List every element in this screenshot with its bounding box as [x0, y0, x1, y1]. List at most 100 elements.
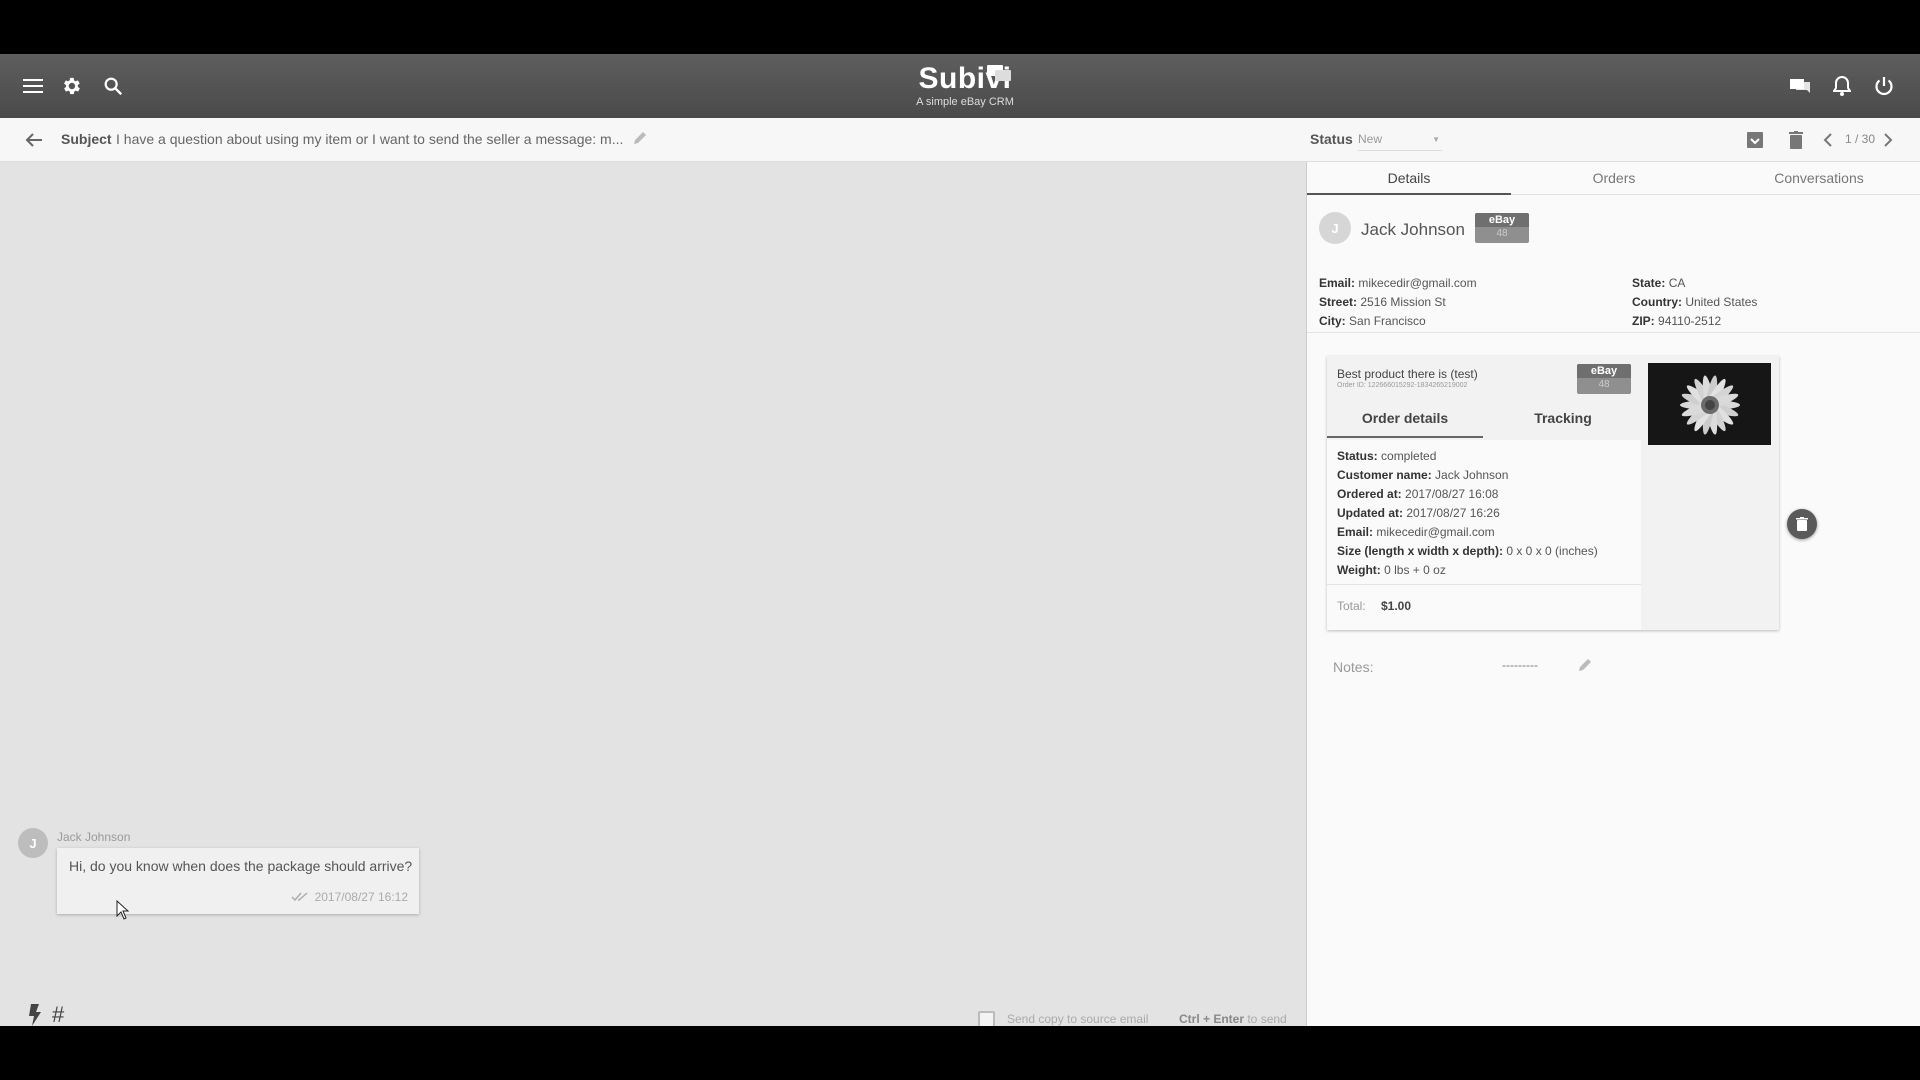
ebay-badge-label: eBay — [1577, 364, 1631, 378]
status-value: New — [1358, 132, 1383, 146]
tab-conversations[interactable]: Conversations — [1717, 162, 1920, 195]
order-total: $1.00 — [1381, 599, 1412, 613]
gear-icon[interactable] — [57, 72, 85, 100]
order-email-label: Email: — [1337, 525, 1374, 539]
message-meta: 2017/08/27 16:12 — [291, 890, 408, 904]
customer-street: 2516 Mission St — [1360, 295, 1446, 309]
order-title: Best product there is (test) — [1337, 367, 1478, 381]
order-status-label: Status: — [1337, 449, 1378, 463]
customer-country: United States — [1685, 295, 1758, 309]
city-label: City: — [1319, 314, 1346, 328]
avatar: J — [18, 828, 48, 858]
order-weight: 0 lbs + 0 oz — [1384, 563, 1446, 577]
search-icon[interactable] — [99, 72, 127, 100]
back-arrow-icon[interactable] — [22, 128, 46, 152]
subject-text: I have a question about using my item or… — [116, 131, 624, 147]
bolt-icon[interactable] — [28, 1004, 44, 1026]
double-check-icon — [291, 892, 308, 902]
edit-subject-icon[interactable] — [632, 130, 650, 148]
status-select[interactable]: New ▼ — [1358, 129, 1442, 151]
trash-icon[interactable] — [1785, 129, 1807, 151]
send-hint-key: Ctrl + Enter — [1179, 1012, 1245, 1026]
delete-order-button[interactable] — [1787, 509, 1817, 539]
order-total-label: Total: — [1337, 599, 1366, 613]
ebay-badge-count: 48 — [1496, 228, 1508, 239]
app-tagline: A simple eBay CRM — [916, 96, 1014, 108]
order-updated-row: Updated at: 2017/08/27 16:26 — [1337, 506, 1500, 520]
customer-city-row: City: San Francisco — [1319, 314, 1426, 328]
country-label: Country: — [1632, 295, 1682, 309]
order-card: Best product there is (test) Order ID: 1… — [1327, 356, 1779, 630]
chat-icon[interactable] — [1786, 72, 1814, 100]
archive-icon[interactable] — [1744, 129, 1766, 151]
trash-icon — [1796, 517, 1808, 531]
status-label: Status — [1310, 131, 1353, 147]
ebay-badge: eBay 48 — [1475, 213, 1529, 243]
app-window: Subivi A simple eBay CRM Subject I have … — [0, 54, 1920, 1026]
order-status: completed — [1381, 449, 1437, 463]
message-text: Hi, do you know when does the package sh… — [69, 858, 413, 874]
notes-label: Notes: — [1333, 659, 1374, 675]
menu-icon[interactable] — [19, 72, 47, 100]
state-label: State: — [1632, 276, 1666, 290]
bell-icon[interactable] — [1828, 72, 1856, 100]
street-label: Street: — [1319, 295, 1358, 309]
details-panel: Details Orders Conversations J Jack John… — [1306, 162, 1920, 1026]
order-id: Order ID: 122666015292-1834265219002 — [1337, 382, 1468, 389]
order-weight-row: Weight: 0 lbs + 0 oz — [1337, 563, 1446, 577]
subject-bar: Subject I have a question about using my… — [0, 118, 1920, 162]
order-size-label: Size (length x width x depth): — [1337, 544, 1503, 558]
customer-state-row: State: CA — [1632, 276, 1685, 290]
order-size-row: Size (length x width x depth): 0 x 0 x 0… — [1337, 544, 1598, 558]
divider — [1307, 332, 1920, 333]
order-updated: 2017/08/27 16:26 — [1406, 506, 1500, 520]
tab-details[interactable]: Details — [1307, 162, 1511, 195]
order-ordered: 2017/08/27 16:08 — [1405, 487, 1499, 501]
edit-notes-icon[interactable] — [1577, 657, 1595, 675]
order-size: 0 x 0 x 0 (inches) — [1506, 544, 1598, 558]
ebay-badge-count: 48 — [1598, 379, 1610, 390]
customer-street-row: Street: 2516 Mission St — [1319, 295, 1446, 309]
pager-text: 1 / 30 — [1845, 132, 1876, 146]
email-label: Email: — [1319, 276, 1356, 290]
conversation-pane: J Jack Johnson Hi, do you know when does… — [0, 162, 1306, 1026]
customer-zip-row: ZIP: 94110-2512 — [1632, 314, 1721, 328]
panel-tabs: Details Orders Conversations — [1307, 162, 1920, 195]
order-email: mikecedir@gmail.com — [1376, 525, 1495, 539]
avatar: J — [1319, 212, 1351, 244]
message-timestamp: 2017/08/27 16:12 — [314, 890, 408, 904]
order-status-row: Status: completed — [1337, 449, 1436, 463]
chevron-left-icon[interactable] — [1820, 129, 1836, 151]
order-customer-row: Customer name: Jack Johnson — [1337, 468, 1508, 482]
customer-city: San Francisco — [1349, 314, 1426, 328]
top-bar: Subivi A simple eBay CRM — [0, 54, 1920, 118]
order-ordered-row: Ordered at: 2017/08/27 16:08 — [1337, 487, 1498, 501]
logo-chat-icon — [987, 65, 1011, 81]
order-customer: Jack Johnson — [1435, 468, 1509, 482]
message-bubble: Hi, do you know when does the package sh… — [57, 848, 419, 914]
order-customer-label: Customer name: — [1337, 468, 1432, 482]
customer-name: Jack Johnson — [1361, 220, 1465, 239]
hashtag-button[interactable]: # — [52, 1002, 64, 1026]
chevron-down-icon: ▼ — [1432, 135, 1440, 144]
customer-state: CA — [1668, 276, 1686, 290]
chevron-right-icon[interactable] — [1880, 129, 1896, 151]
tab-order-details[interactable]: Order details — [1327, 398, 1483, 438]
tab-tracking[interactable]: Tracking — [1485, 398, 1641, 438]
zip-label: ZIP: — [1632, 314, 1655, 328]
send-copy-checkbox[interactable] — [978, 1011, 995, 1026]
message-sender: Jack Johnson — [57, 830, 131, 844]
power-icon[interactable] — [1870, 72, 1898, 100]
divider — [1327, 584, 1641, 585]
product-image — [1648, 363, 1771, 445]
app-logo: Subivi A simple eBay CRM — [900, 62, 1030, 112]
order-details-body: Status: completed Customer name: Jack Jo… — [1327, 440, 1641, 630]
send-hint: Ctrl + Enter to send — [1179, 1012, 1287, 1026]
order-updated-label: Updated at: — [1337, 506, 1403, 520]
send-hint-suffix: to send — [1244, 1012, 1287, 1026]
customer-country-row: Country: United States — [1632, 295, 1757, 309]
tab-orders[interactable]: Orders — [1512, 162, 1716, 195]
customer-email: mikecedir@gmail.com — [1358, 276, 1477, 290]
ebay-badge-label: eBay — [1475, 213, 1529, 227]
order-ordered-label: Ordered at: — [1337, 487, 1402, 501]
